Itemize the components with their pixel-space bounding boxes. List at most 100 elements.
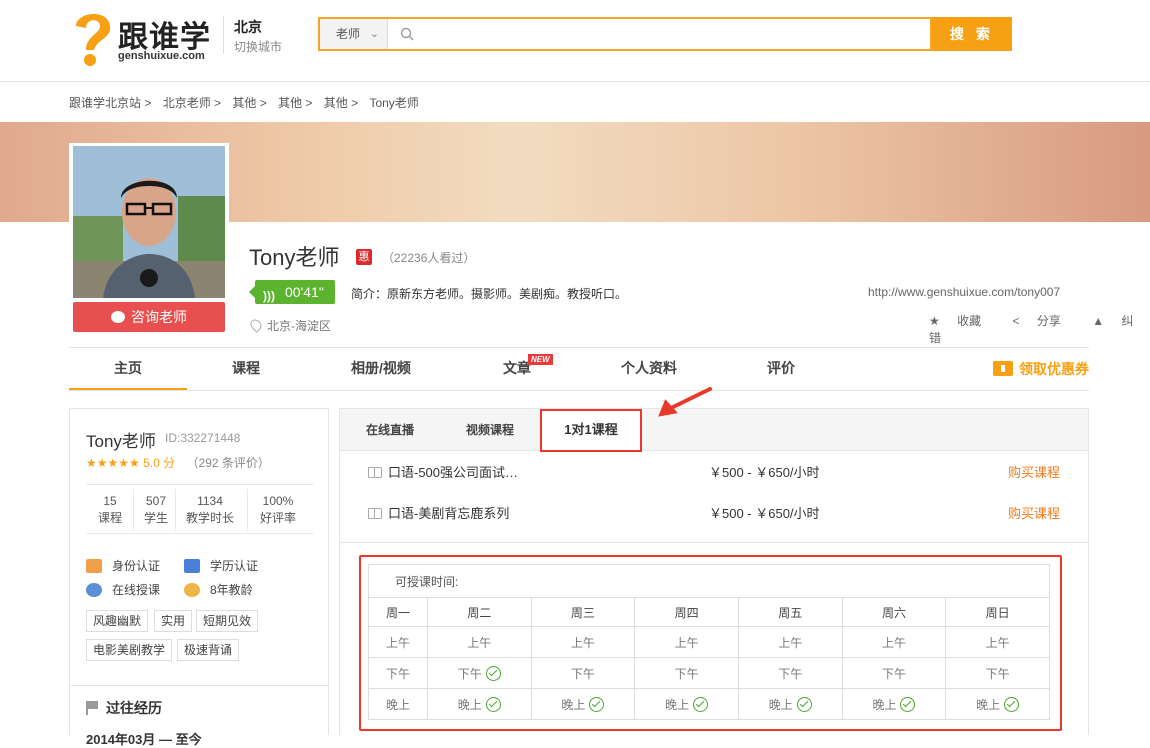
review-count[interactable]: （292 条评价）: [187, 456, 270, 470]
past-experience-title: 过往经历: [106, 700, 162, 716]
switch-city-link[interactable]: 切换城市: [234, 38, 282, 55]
chat-bubble-icon: [111, 311, 125, 323]
schedule-slot-label: 上午: [881, 635, 906, 650]
tag[interactable]: 短期见效: [196, 610, 259, 632]
schedule-slot-label: 晚上: [665, 697, 690, 712]
stat-value: 507: [145, 494, 167, 508]
stat-students: 507 学生: [136, 493, 176, 527]
schedule-slot-label: 下午: [778, 666, 803, 681]
audio-intro-button[interactable]: ))) 00'41": [249, 280, 335, 304]
breadcrumb-item[interactable]: 其他 >: [278, 96, 312, 110]
divider: [247, 489, 248, 531]
course-price: ￥500 - ￥650/小时: [709, 465, 820, 480]
stat-value: 100%: [262, 494, 294, 508]
location-pin-icon: [248, 317, 264, 333]
course-title: 口语-美剧背忘鹿系列: [388, 506, 510, 521]
book-icon: [368, 467, 382, 478]
teacher-location: 北京-海淀区: [248, 317, 331, 334]
teacher-id: ID:332271448: [165, 431, 241, 445]
buy-course-button[interactable]: 购买课程: [1008, 462, 1060, 481]
stat-positive-rate: 100% 好评率: [250, 493, 306, 527]
stat-label: 学生: [143, 511, 168, 525]
homepage-url[interactable]: http://www.genshuixue.com/tony007: [868, 285, 1060, 299]
cert-online[interactable]: 在线授课: [86, 581, 160, 598]
schedule-slot-label: 晚上: [976, 697, 1001, 712]
favorite-button[interactable]: ★ 收藏: [929, 314, 995, 328]
cert-label: 8年教龄: [210, 583, 253, 597]
tab-reviews[interactable]: 评价: [722, 348, 840, 390]
breadcrumb-current: Tony老师: [369, 96, 419, 110]
share-button[interactable]: < 分享: [1012, 314, 1074, 328]
schedule-cell: 下午: [737, 657, 843, 689]
search-input[interactable]: [420, 23, 920, 45]
teacher-intro: 简介：原新东方老师。摄影师。美剧痴。教授听口。: [351, 287, 628, 301]
cert-identity[interactable]: 身份认证: [86, 557, 160, 574]
divider: [340, 542, 1088, 543]
book-icon: [368, 508, 382, 519]
current-city: 北京: [234, 19, 262, 35]
tab-home[interactable]: 主页: [69, 348, 187, 390]
tab-articles[interactable]: 文章 NEW: [458, 348, 576, 390]
tab-one-on-one[interactable]: 1对1课程: [540, 409, 642, 452]
breadcrumb-item[interactable]: 跟谁学北京站 >: [69, 96, 151, 110]
schedule-cell: 下午: [841, 657, 947, 689]
breadcrumb-item[interactable]: 其他 >: [324, 96, 358, 110]
breadcrumb-item[interactable]: 其他 >: [232, 96, 266, 110]
check-circle-icon: [485, 696, 501, 712]
schedule-cell: 晚上: [530, 688, 636, 720]
past-experience-heading: 过往经历: [86, 698, 162, 718]
search-icon: [400, 27, 414, 41]
divider: [223, 16, 224, 54]
tag[interactable]: 实用: [154, 610, 193, 632]
avatar-portrait-icon: [73, 146, 225, 298]
search-category-select[interactable]: 老师 ⌄: [320, 19, 388, 49]
favorite-label: 收藏: [957, 314, 982, 328]
tag[interactable]: 极速背诵: [177, 639, 240, 661]
schedule-slot-label: 晚上: [872, 697, 897, 712]
schedule-day-header: 周五: [737, 597, 843, 627]
schedule-cell: 晚上: [368, 688, 428, 720]
buy-course-button[interactable]: 购买课程: [1008, 503, 1060, 522]
clock-icon: [184, 583, 200, 597]
avatar[interactable]: [73, 146, 225, 298]
past-experience-date: 2014年03月 — 至今: [86, 732, 202, 747]
schedule-cell: 晚上: [634, 688, 739, 720]
get-coupon-button[interactable]: 领取优惠券: [993, 359, 1089, 379]
chevron-down-icon: ⌄: [369, 28, 379, 40]
tab-live[interactable]: 在线直播: [366, 421, 414, 438]
course-item[interactable]: 口语-500强公司面试…: [368, 462, 518, 481]
tab-album-video[interactable]: 相册/视频: [322, 348, 440, 390]
check-circle-icon: [693, 696, 709, 712]
cert-education[interactable]: 学历认证: [184, 557, 258, 574]
check-circle-icon: [485, 665, 501, 681]
schedule-slot-label: 上午: [570, 635, 595, 650]
id-card-icon: [86, 559, 102, 573]
schedule-day-row: 周一 周二 周三 周四 周五 周六 周日: [368, 597, 1050, 627]
check-circle-icon: [900, 696, 916, 712]
schedule-day-header: 周四: [634, 597, 739, 627]
tab-courses[interactable]: 课程: [187, 348, 305, 390]
site-header: 跟谁学 genshuixue.com 北京 切换城市 老师 ⌄ 搜 索: [0, 0, 1150, 82]
search-button[interactable]: 搜 索: [932, 17, 1012, 51]
stat-label: 教学时长: [185, 511, 234, 525]
tag[interactable]: 电影美剧教学: [86, 639, 173, 661]
tag[interactable]: 风趣幽默: [86, 610, 149, 632]
schedule-cell: 晚上: [945, 688, 1050, 720]
stat-courses: 15 课程: [92, 493, 128, 527]
consult-teacher-button[interactable]: 咨询老师: [73, 302, 225, 332]
tab-profile[interactable]: 个人资料: [590, 348, 708, 390]
cert-label: 身份认证: [112, 559, 161, 573]
cert-label: 学历认证: [210, 559, 259, 573]
tab-video-courses[interactable]: 视频课程: [466, 421, 514, 438]
schedule-cell: 上午: [945, 626, 1050, 658]
course-item[interactable]: 口语-美剧背忘鹿系列: [368, 503, 509, 522]
schedule-cell: 下午: [426, 657, 532, 689]
schedule-day-header: 周三: [530, 597, 636, 627]
schedule-cell: 下午: [530, 657, 636, 689]
logo-question-icon[interactable]: [68, 6, 116, 68]
schedule-slot-row: 晚上 晚上 晚上 晚上 晚上 晚上 晚上: [368, 688, 1050, 720]
breadcrumb-item[interactable]: 北京老师 >: [163, 96, 221, 110]
cert-teaching-years[interactable]: 8年教龄: [184, 581, 253, 598]
discount-badge[interactable]: 惠: [356, 249, 372, 265]
teacher-sidebar: Tony老师 ID:332271448 ★★★★★ 5.0 分 （292 条评价…: [69, 408, 329, 747]
